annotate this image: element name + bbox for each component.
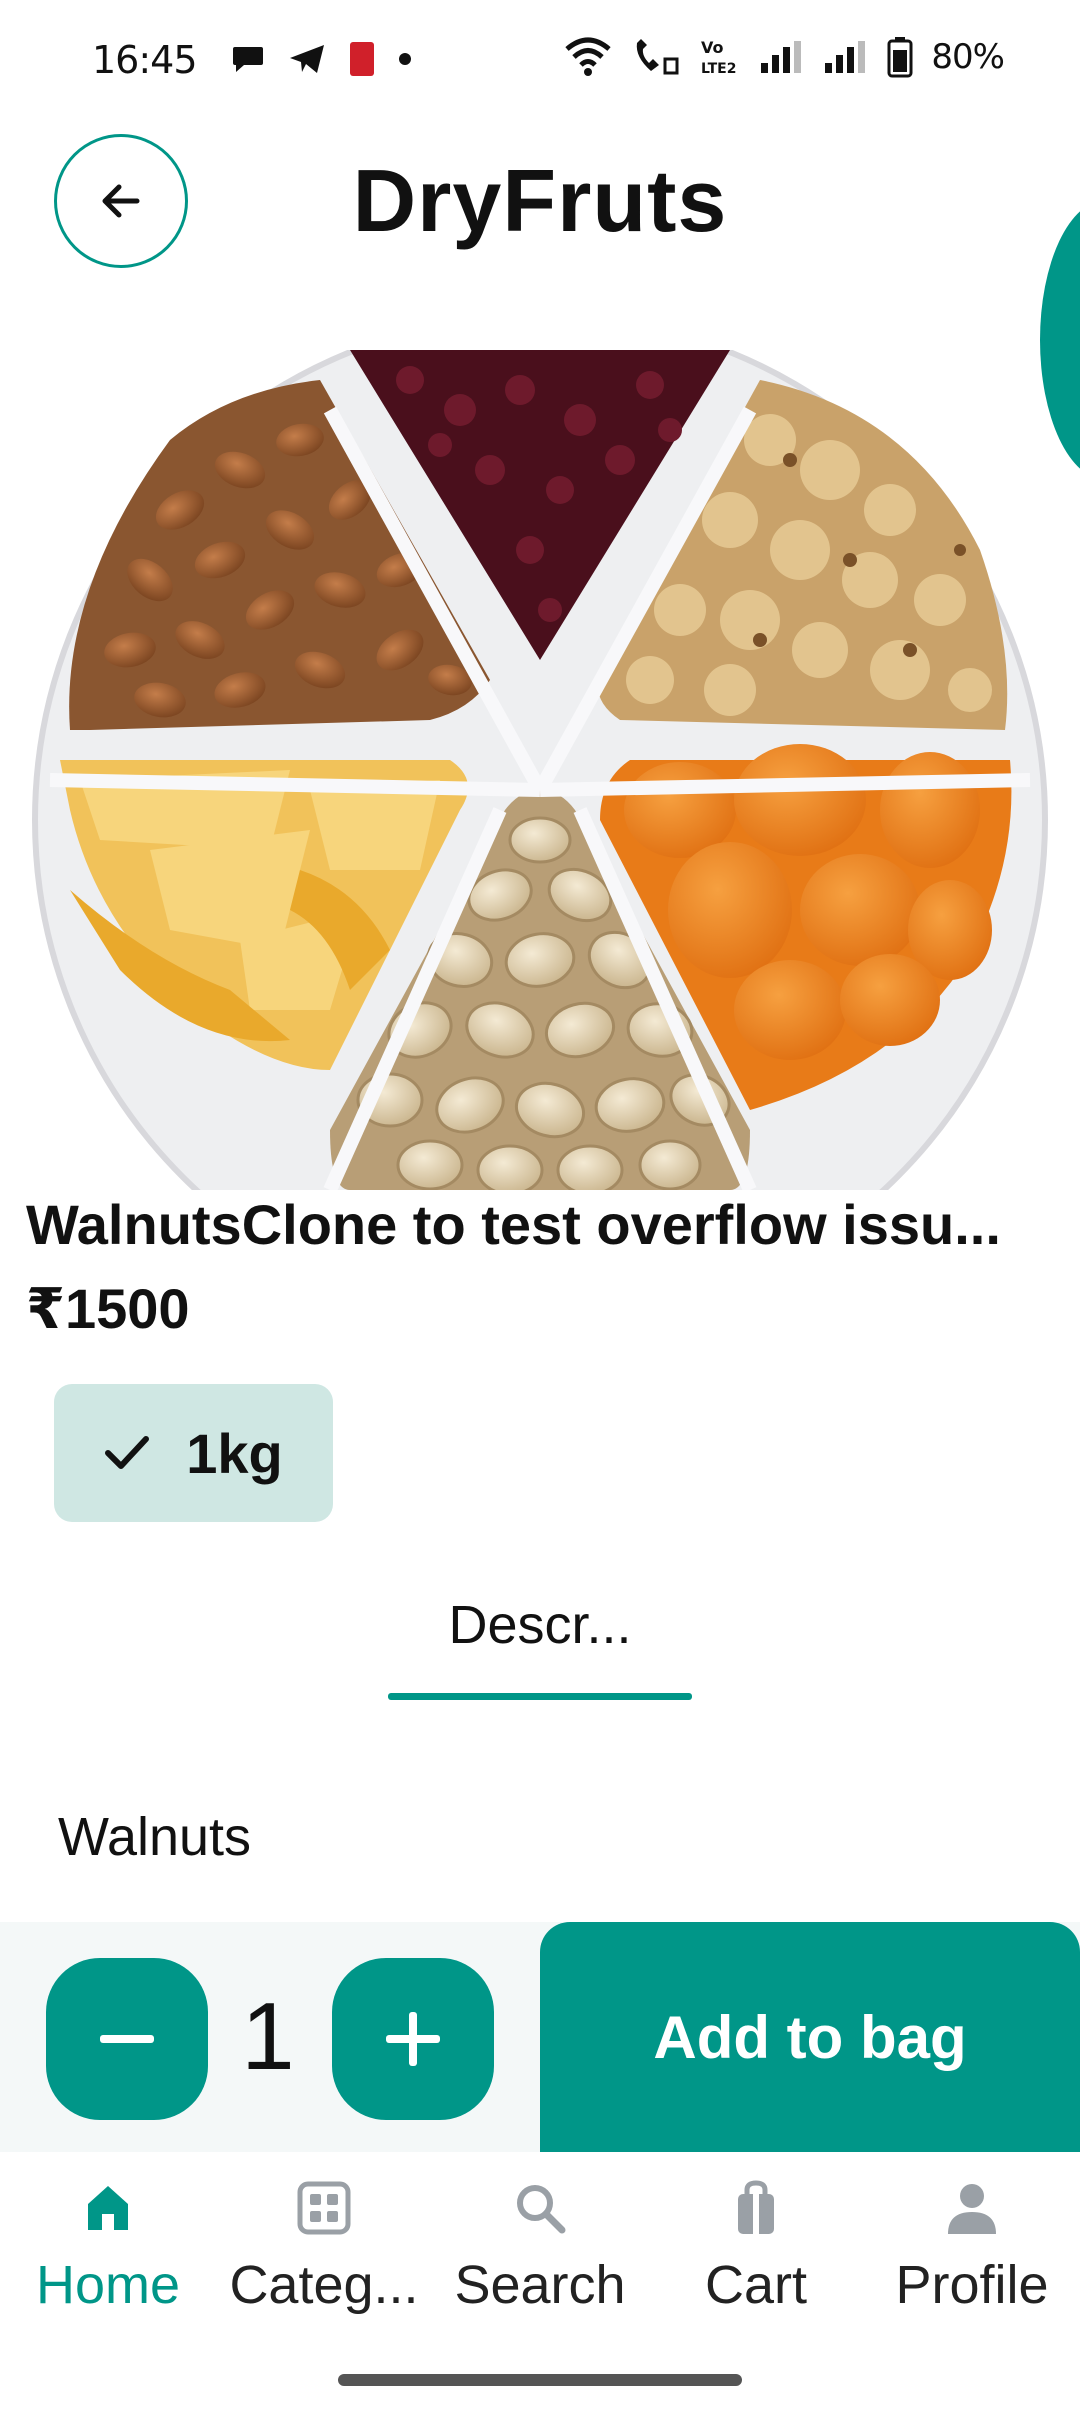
- tab-indicator: [388, 1693, 692, 1700]
- nav-item-categories[interactable]: Categ...: [216, 2180, 432, 2316]
- check-icon: [105, 1436, 150, 1469]
- page-title: DryFruts: [352, 151, 728, 250]
- nav-label-profile: Profile: [895, 2255, 1049, 2315]
- app-icon: [350, 42, 374, 76]
- home-icon: [88, 2186, 128, 2230]
- wifi-icon: [565, 37, 612, 76]
- telegram-icon: [290, 45, 324, 73]
- variant-chip-1kg[interactable]: 1kg: [54, 1384, 333, 1522]
- dot-icon: [399, 53, 411, 65]
- signal-icon: [761, 41, 802, 73]
- increase-quantity-button[interactable]: [332, 1958, 494, 2120]
- nav-item-cart[interactable]: Cart: [648, 2180, 864, 2316]
- person-icon: [948, 2184, 996, 2234]
- wifi-call-icon: [637, 39, 679, 75]
- tab-description[interactable]: Descr...: [388, 1590, 692, 1700]
- signal-icon: [825, 41, 866, 73]
- quantity-value: 1: [241, 1983, 295, 2090]
- product-price: ₹1500: [26, 1277, 190, 1340]
- status-bar: 16:45 Vo LTE2 80%: [0, 0, 1080, 120]
- nav-label-search: Search: [454, 2255, 626, 2315]
- action-bar: 1 Add to bag: [0, 1922, 1080, 2152]
- bag-icon: [738, 2180, 774, 2234]
- add-to-bag-button[interactable]: Add to bag: [540, 1922, 1080, 2152]
- nav-item-search[interactable]: Search: [432, 2180, 648, 2316]
- home-indicator[interactable]: [338, 2374, 742, 2386]
- product-description: Walnuts: [58, 1807, 252, 1867]
- product-detail-screen: 16:45 Vo LTE2 80% DryFruts WalnutsClone …: [0, 0, 1080, 2412]
- bottom-navigation: Home Categ... Search Cart Profile: [0, 2152, 1080, 2412]
- nav-label-categories: Categ...: [229, 2255, 419, 2315]
- nav-item-profile[interactable]: Profile: [864, 2180, 1080, 2316]
- system-icons: Vo LTE2 80%: [563, 36, 1005, 78]
- variant-label: 1kg: [186, 1421, 283, 1485]
- notification-icons: [232, 40, 412, 78]
- nav-label-home: Home: [35, 2255, 181, 2315]
- minus-icon: [100, 2035, 154, 2043]
- plus-icon: [386, 2012, 440, 2066]
- svg-text:LTE2: LTE2: [701, 61, 736, 77]
- decrease-quantity-button[interactable]: [46, 1958, 208, 2120]
- product-image: [32, 350, 1048, 1190]
- volte-icon: Vo LTE2: [701, 38, 736, 77]
- tab-label: Descr...: [448, 1595, 632, 1655]
- chat-icon: [233, 47, 263, 72]
- status-time: 16:45: [92, 38, 198, 82]
- nav-label-cart: Cart: [704, 2255, 807, 2315]
- grid-icon: [297, 2181, 351, 2235]
- svg-text:Vo: Vo: [701, 38, 724, 57]
- battery-percent: 80%: [931, 37, 1005, 77]
- battery-icon: [887, 37, 913, 78]
- nav-item-home[interactable]: Home: [0, 2180, 216, 2316]
- product-name: WalnutsClone to test overflow issu...: [26, 1193, 1001, 1256]
- search-icon: [517, 2185, 566, 2234]
